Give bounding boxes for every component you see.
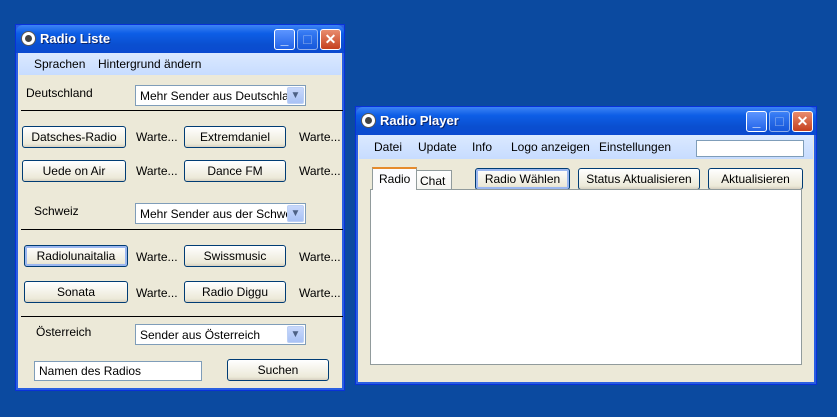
- menu-info[interactable]: Info: [472, 140, 492, 154]
- section-label-oesterreich: Österreich: [36, 325, 92, 339]
- divider: [21, 110, 343, 111]
- radio-icon: [21, 31, 36, 46]
- aktualisieren-button[interactable]: Aktualisieren: [708, 168, 803, 190]
- close-icon: ✕: [324, 31, 337, 47]
- dropdown-arrow-icon[interactable]: ▼: [287, 87, 304, 104]
- radio-waehlen-button[interactable]: Radio Wählen: [475, 168, 570, 190]
- schweiz-select[interactable]: Mehr Sender aus der Schweiz ▼: [135, 203, 306, 224]
- radio-liste-titlebar[interactable]: Radio Liste _ □ ✕: [16, 25, 344, 53]
- select-value: Mehr Sender aus Deutschland: [140, 89, 303, 103]
- station-button[interactable]: Extremdaniel: [184, 126, 286, 148]
- minimize-icon: _: [752, 113, 761, 129]
- station-button[interactable]: Swissmusic: [184, 245, 286, 267]
- station-status: Warte...: [136, 250, 178, 264]
- section-label-schweiz: Schweiz: [34, 204, 79, 218]
- status-aktualisieren-button[interactable]: Status Aktualisieren: [578, 168, 700, 190]
- divider: [21, 229, 343, 230]
- station-status: Warte...: [136, 286, 178, 300]
- station-button[interactable]: Sonata: [24, 281, 128, 303]
- station-status: Warte...: [136, 130, 178, 144]
- minimize-button[interactable]: _: [746, 111, 767, 132]
- select-value: Mehr Sender aus der Schweiz: [140, 207, 301, 221]
- dropdown-arrow-icon[interactable]: ▼: [287, 326, 304, 343]
- deutschland-select[interactable]: Mehr Sender aus Deutschland ▼: [135, 85, 306, 106]
- radio-liste-window: Radio Liste _ □ ✕ Sprachen Hintergrund ä…: [15, 24, 345, 391]
- menu-datei[interactable]: Datei: [374, 140, 402, 154]
- maximize-button[interactable]: □: [769, 111, 790, 132]
- close-icon: ✕: [796, 113, 809, 129]
- station-button[interactable]: Uede on Air: [22, 160, 126, 182]
- tab-panel: [370, 189, 802, 365]
- station-button[interactable]: Datsches-Radio: [22, 126, 126, 148]
- menubar: Sprachen Hintergrund ändern: [19, 53, 341, 75]
- divider: [21, 316, 343, 317]
- dropdown-arrow-icon[interactable]: ▼: [287, 205, 304, 222]
- station-status: Warte...: [136, 164, 178, 178]
- station-status: Warte...: [299, 130, 341, 144]
- window-title: Radio Player: [380, 113, 459, 128]
- minimize-icon: _: [280, 31, 289, 47]
- station-status: Warte...: [299, 250, 341, 264]
- close-button[interactable]: ✕: [792, 111, 813, 132]
- menubar-input[interactable]: [696, 140, 804, 157]
- menubar: Datei Update Info Logo anzeigen Einstell…: [359, 135, 813, 159]
- menu-logo-anzeigen[interactable]: Logo anzeigen: [511, 140, 590, 154]
- select-value: Sender aus Österreich: [140, 328, 261, 342]
- menu-update[interactable]: Update: [418, 140, 457, 154]
- search-input[interactable]: Namen des Radios: [34, 361, 202, 381]
- maximize-icon: □: [775, 113, 784, 129]
- station-button[interactable]: Radio Diggu: [184, 281, 286, 303]
- menu-sprachen[interactable]: Sprachen: [34, 57, 85, 71]
- oesterreich-select[interactable]: Sender aus Österreich ▼: [135, 324, 306, 345]
- maximize-button[interactable]: □: [297, 29, 318, 50]
- close-button[interactable]: ✕: [320, 29, 341, 50]
- station-button[interactable]: Dance FM: [184, 160, 286, 182]
- radio-player-window: Radio Player _ □ ✕ Datei Update Info Log…: [355, 106, 817, 385]
- search-button[interactable]: Suchen: [227, 359, 329, 381]
- radio-icon: [361, 113, 376, 128]
- section-label-deutschland: Deutschland: [26, 86, 93, 100]
- menu-einstellungen[interactable]: Einstellungen: [599, 140, 671, 154]
- menu-hintergrund[interactable]: Hintergrund ändern: [98, 57, 201, 71]
- station-status: Warte...: [299, 286, 341, 300]
- station-status: Warte...: [299, 164, 341, 178]
- window-title: Radio Liste: [40, 31, 111, 46]
- tab-radio[interactable]: Radio: [372, 167, 418, 190]
- tab-chat[interactable]: Chat: [413, 170, 453, 190]
- radio-player-titlebar[interactable]: Radio Player _ □ ✕: [356, 107, 816, 135]
- minimize-button[interactable]: _: [274, 29, 295, 50]
- station-button[interactable]: Radiolunaitalia: [24, 245, 128, 267]
- maximize-icon: □: [303, 31, 312, 47]
